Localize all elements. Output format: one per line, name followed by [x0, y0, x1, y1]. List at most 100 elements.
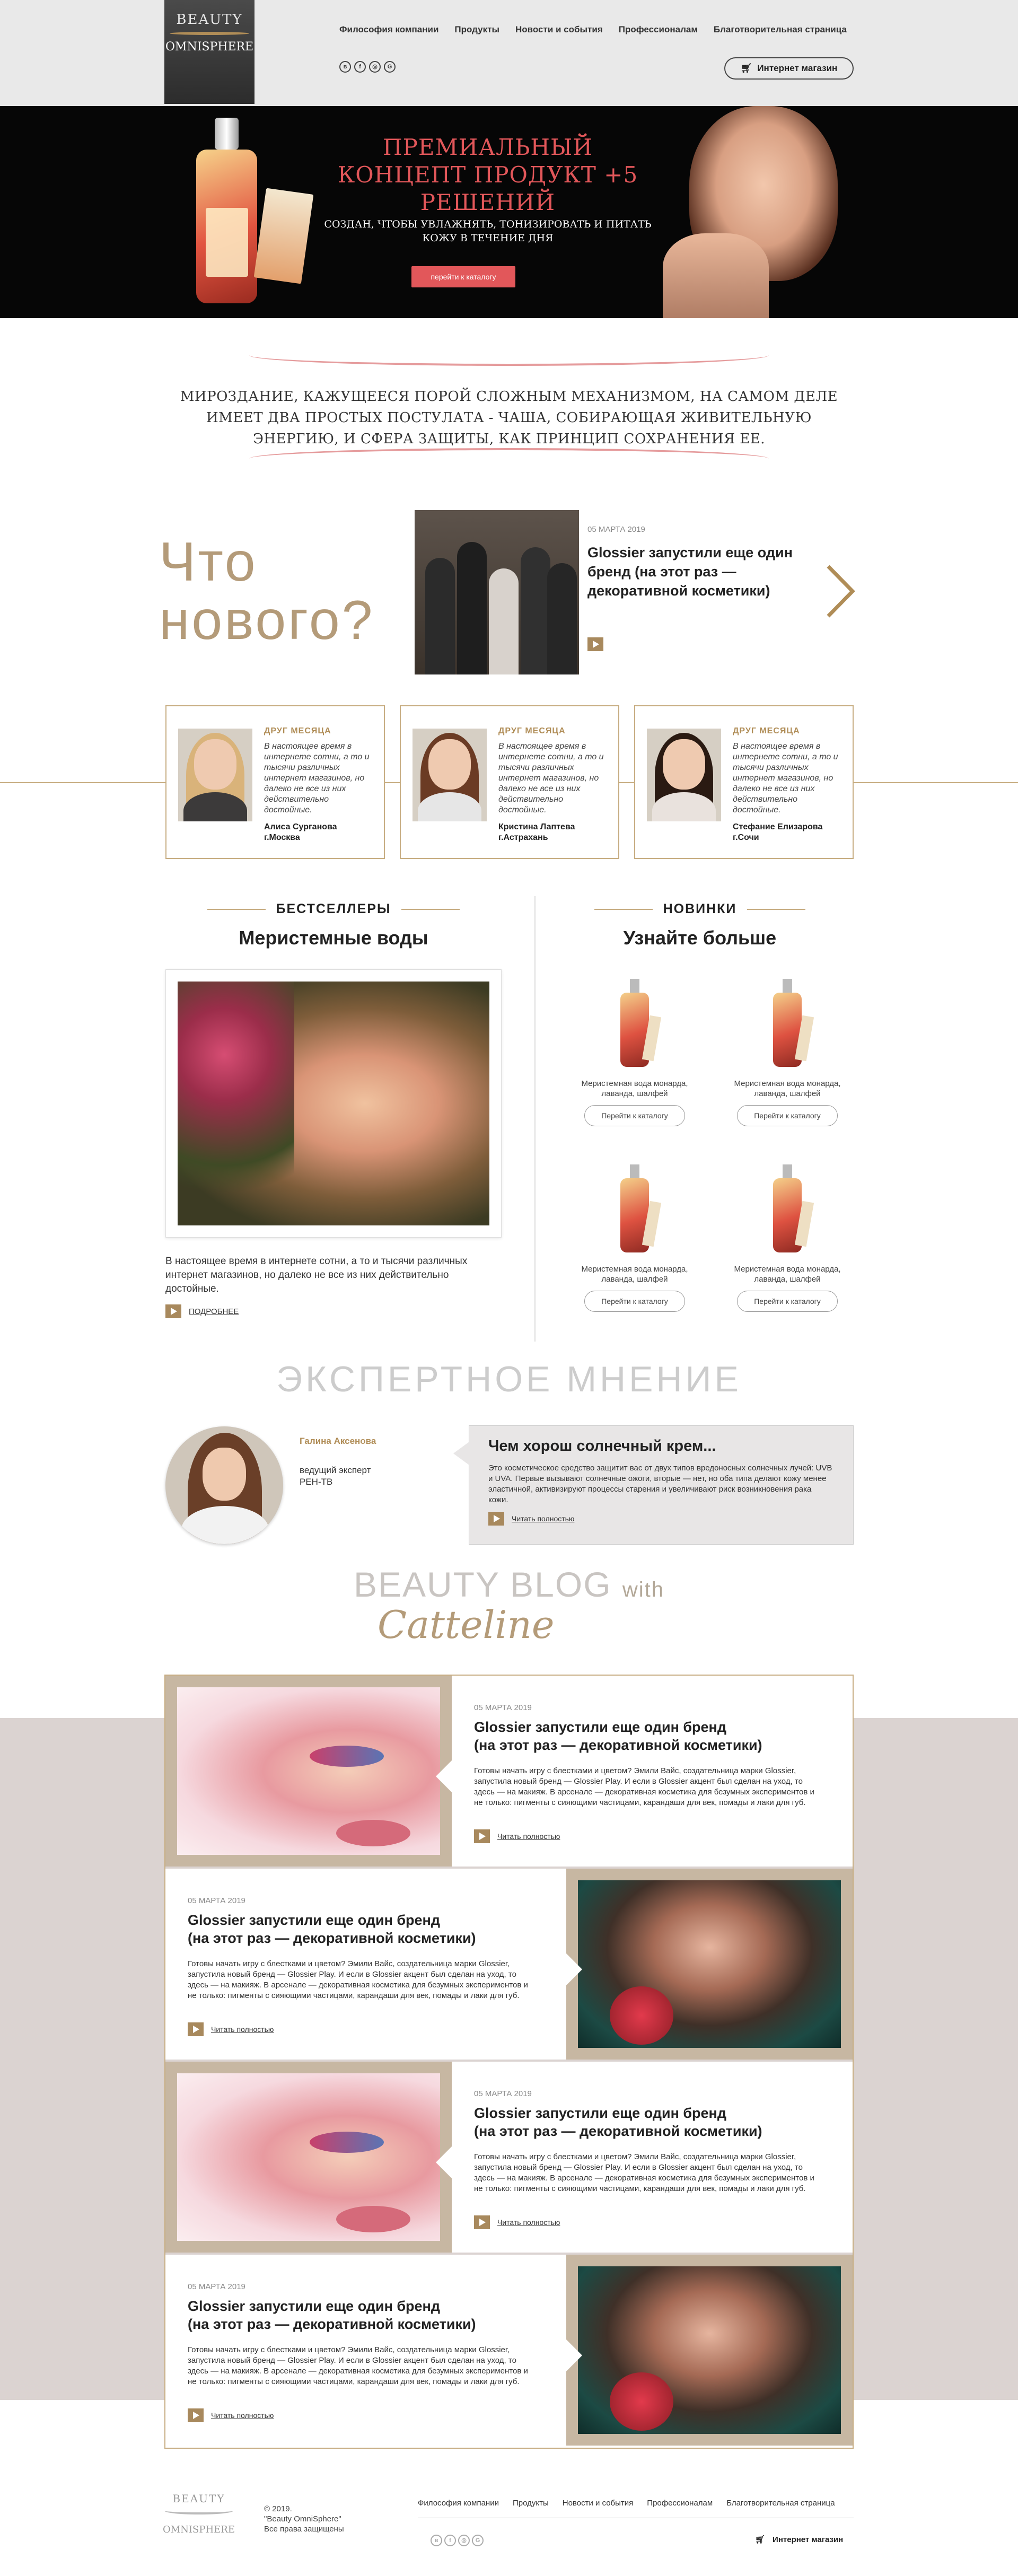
site-header: BEAUTY OMNISPHERE Философия компании Про… [0, 0, 1018, 106]
product-catalog-button[interactable]: Перейти к каталогу [584, 1291, 685, 1312]
hero-model-photo [626, 106, 859, 318]
blog-post-date: 05 МАРТА 2019 [474, 1703, 532, 1712]
bestsellers-more-link[interactable]: ПОДРОБНЕЕ [165, 1304, 239, 1318]
play-icon [188, 2408, 204, 2422]
facebook-icon[interactable]: f [354, 61, 366, 73]
nav-item-philosophy[interactable]: Философия компании [339, 24, 438, 35]
friend-card-title: ДРУГ МЕСЯЦА [733, 726, 800, 735]
vk-icon[interactable]: в [431, 2535, 442, 2546]
product-catalog-button[interactable]: Перейти к каталогу [737, 1105, 838, 1126]
googleplus-icon[interactable]: G [384, 61, 396, 73]
blog-post-title[interactable]: Glossier запустили еще один бренд (на это… [188, 2297, 559, 2333]
expert-read-more-link[interactable]: Читать полностью [488, 1512, 574, 1526]
footer-nav-products[interactable]: Продукты [513, 2499, 549, 2508]
blog-post-title[interactable]: Glossier запустили еще один бренд (на это… [188, 1911, 559, 1947]
blog-post-title[interactable]: Glossier запустили еще один бренд (на это… [474, 1718, 845, 1754]
blog-post-text: Готовы начать игру с блестками и цветом?… [188, 2345, 528, 2386]
hero-subtitle: СОЗДАН, ЧТОБЫ УВЛАЖНЯТЬ, ТОНИЗИРОВАТЬ И … [324, 218, 652, 244]
instagram-icon[interactable]: ◎ [369, 61, 381, 73]
blog-post-image[interactable] [566, 2255, 853, 2446]
blog-read-more-link[interactable]: Читать полностью [474, 2215, 560, 2229]
footer-nav-news[interactable]: Новости и события [563, 2499, 634, 2508]
friend-card-title: ДРУГ МЕСЯЦА [498, 726, 566, 735]
shop-button[interactable]: 🛒︎ Интернет магазин [724, 57, 854, 80]
blog-signature: Catteline [378, 1602, 555, 1647]
shop-button-label: Интернет магазин [757, 63, 838, 73]
chevron-right-icon[interactable] [822, 562, 859, 620]
blog-post-title[interactable]: Glossier запустили еще один бренд (на это… [474, 2104, 845, 2140]
product-image[interactable] [769, 979, 814, 1074]
column-divider [534, 896, 536, 1342]
blog-post-date: 05 МАРТА 2019 [188, 1896, 245, 1905]
nav-item-products[interactable]: Продукты [454, 24, 499, 35]
vk-icon[interactable]: в [339, 61, 351, 73]
product-image[interactable] [769, 1164, 814, 1260]
blog-heading: BEAUTY BLOG with [353, 1565, 665, 1604]
blog-post-date: 05 МАРТА 2019 [474, 2089, 532, 2098]
expert-opinion-title: Чем хорош солнечный крем... [488, 1438, 716, 1455]
facebook-icon[interactable]: f [444, 2535, 456, 2546]
friend-card-text: В настоящее время в интернете сотни, а т… [498, 742, 604, 814]
bestsellers-text: В настоящее время в интернете сотни, а т… [165, 1256, 468, 1294]
friend-card: ДРУГ МЕСЯЦА В настоящее время в интернет… [400, 705, 619, 859]
blog-post: 05 МАРТА 2019 Glossier запустили еще оди… [165, 2255, 853, 2446]
expert-role: ведущий эксперт РЕН-ТВ [300, 1465, 371, 1487]
blog-read-more-link[interactable]: Читать полностью [188, 2408, 274, 2422]
blog-read-more-link[interactable]: Читать полностью [474, 1829, 560, 1843]
footer-copyright: © 2019. "Beauty OmniSphere" Все права защи… [264, 2504, 344, 2534]
hero-product-box [253, 188, 314, 284]
product-name: Меристемная вода монарда, лаванда, шалфе… [734, 1265, 841, 1284]
logo-top-text: BEAUTY [176, 12, 243, 28]
bestsellers-label: БЕСТСЕЛЛЕРЫ [165, 901, 502, 917]
friend-avatar [413, 729, 487, 821]
product-name: Меристемная вода монарда, лаванда, шалфе… [734, 1079, 841, 1098]
play-icon [474, 1829, 490, 1843]
footer-logo[interactable]: BEAUTY OMNISPHERE [159, 2492, 239, 2535]
quote-top-arc [249, 345, 769, 366]
novelties-label: НОВИНКИ [546, 901, 854, 917]
hero-banner: ПРЕМИАЛЬНЫЙ КОНЦЕПТ ПРОДУКТ +5 РЕШЕНИЙ С… [0, 106, 1018, 318]
instagram-icon[interactable]: ◎ [458, 2535, 470, 2546]
bestseller-photo[interactable] [165, 969, 502, 1238]
nav-item-charity[interactable]: Благотворительная страница [714, 24, 847, 35]
hero-catalog-button[interactable]: перейти к каталогу [411, 266, 515, 287]
news-date: 05 МАРТА 2019 [587, 525, 645, 534]
product-catalog-button[interactable]: Перейти к каталогу [737, 1291, 838, 1312]
whatsnew-heading-line2: нового? [159, 590, 375, 651]
logo[interactable]: BEAUTY OMNISPHERE [164, 0, 254, 104]
blog-post-image[interactable] [165, 2062, 452, 2253]
friend-card-text: В настоящее время в интернете сотни, а т… [733, 742, 838, 814]
nav-item-news[interactable]: Новости и события [515, 24, 603, 35]
footer-nav: Философия компании Продукты Новости и со… [418, 2499, 835, 2508]
product-image[interactable] [616, 979, 662, 1074]
friend-avatar [647, 729, 721, 821]
blog-post-image[interactable] [165, 1676, 452, 1867]
philosophy-quote: МИРОЗДАНИЕ, КАЖУЩЕЕСЯ ПОРОЙ СЛОЖНЫМ МЕХА… [180, 389, 838, 447]
news-photo[interactable] [415, 510, 579, 674]
friend-card-name: Кристина Лаптева г.Астрахань [498, 822, 575, 842]
friend-card: ДРУГ МЕСЯЦА В настоящее время в интернет… [165, 705, 385, 859]
blog-read-more-link[interactable]: Читать полностью [188, 2022, 274, 2036]
footer-nav-philosophy[interactable]: Философия компании [418, 2499, 499, 2508]
whatsnew-heading-line1: Что [159, 531, 258, 593]
footer-nav-charity[interactable]: Благотворительная страница [726, 2499, 835, 2508]
logo-bottom-text: OMNISPHERE [165, 40, 254, 54]
expert-opinion-text: Это косметическое средство защитит вас о… [488, 1464, 832, 1504]
play-icon [488, 1512, 504, 1526]
product-image[interactable] [616, 1164, 662, 1260]
footer-social-links: в f ◎ G [431, 2535, 484, 2546]
product-card: Меристемная вода монарда, лаванда, шалфе… [732, 979, 843, 1126]
news-play-icon[interactable] [587, 637, 603, 651]
blog-post-image[interactable] [566, 1869, 853, 2060]
blog-post: 05 МАРТА 2019 Glossier запустили еще оди… [165, 1869, 853, 2060]
footer-shop-link[interactable]: 🛒︎ Интернет магазин [755, 2535, 843, 2545]
cart-icon: 🛒︎ [755, 2535, 766, 2544]
novelties-title: Узнайте больше [623, 927, 777, 949]
footer-nav-professionals[interactable]: Профессионалам [647, 2499, 713, 2508]
news-title[interactable]: Glossier запустили еще один бренд (на эт… [587, 543, 831, 600]
whatsnew-heading: Что нового? [159, 533, 375, 650]
nav-item-professionals[interactable]: Профессионалам [619, 24, 698, 35]
main-nav: Философия компании Продукты Новости и со… [339, 24, 847, 35]
googleplus-icon[interactable]: G [472, 2535, 484, 2546]
product-catalog-button[interactable]: Перейти к каталогу [584, 1105, 685, 1126]
